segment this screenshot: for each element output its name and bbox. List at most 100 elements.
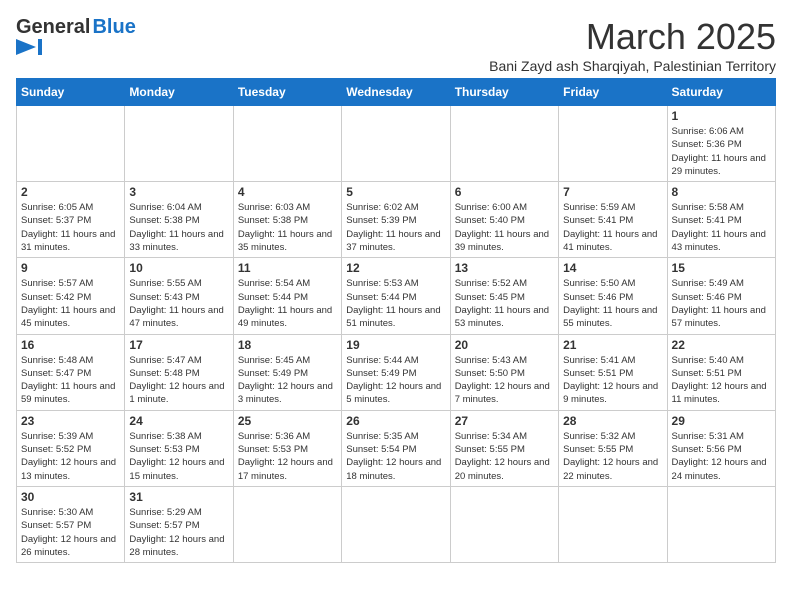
day-info: Sunrise: 5:34 AMSunset: 5:55 PMDaylight:… (455, 430, 554, 483)
day-number: 9 (21, 261, 120, 275)
day-cell: 17Sunrise: 5:47 AMSunset: 5:48 PMDayligh… (125, 334, 233, 410)
week-row-2: 2Sunrise: 6:05 AMSunset: 5:37 PMDaylight… (17, 182, 776, 258)
day-number: 21 (563, 338, 662, 352)
day-number: 25 (238, 414, 337, 428)
day-info: Sunrise: 6:05 AMSunset: 5:37 PMDaylight:… (21, 201, 120, 254)
day-number: 24 (129, 414, 228, 428)
day-cell: 9Sunrise: 5:57 AMSunset: 5:42 PMDaylight… (17, 258, 125, 334)
day-number: 4 (238, 185, 337, 199)
day-cell: 4 Sunrise: 6:03 AMSunset: 5:38 PMDaylight… (233, 182, 341, 258)
day-cell: 22 Sunrise: 5:40 AMSunset: 5:51 PMDayligh… (667, 334, 775, 410)
calendar-header: SundayMondayTuesdayWednesdayThursdayFrid… (17, 79, 776, 106)
day-number: 1 (672, 109, 771, 123)
page-header: General Blue March 2025 Bani Zayd ash Sh… (16, 16, 776, 74)
day-cell: 26 Sunrise: 5:35 AMSunset: 5:54 PMDayligh… (342, 410, 450, 486)
day-cell: 16Sunrise: 5:48 AMSunset: 5:47 PMDayligh… (17, 334, 125, 410)
day-cell: 2Sunrise: 6:05 AMSunset: 5:37 PMDaylight… (17, 182, 125, 258)
day-number: 31 (129, 490, 228, 504)
day-number: 8 (672, 185, 771, 199)
day-cell: 14Sunrise: 5:50 AMSunset: 5:46 PMDayligh… (559, 258, 667, 334)
day-cell: 20 Sunrise: 5:43 AMSunset: 5:50 PMDayligh… (450, 334, 558, 410)
day-info: Sunrise: 5:45 AMSunset: 5:49 PMDaylight:… (238, 354, 337, 407)
day-cell (342, 106, 450, 182)
day-cell (342, 486, 450, 562)
day-number: 29 (672, 414, 771, 428)
day-number: 16 (21, 338, 120, 352)
day-number: 13 (455, 261, 554, 275)
day-number: 14 (563, 261, 662, 275)
day-number: 12 (346, 261, 445, 275)
day-info: Sunrise: 6:03 AMSunset: 5:38 PMDaylight:… (238, 201, 337, 254)
day-info: Sunrise: 5:49 AMSunset: 5:46 PMDaylight:… (672, 277, 771, 330)
day-number: 30 (21, 490, 120, 504)
day-info: Sunrise: 5:32 AMSunset: 5:55 PMDaylight:… (563, 430, 662, 483)
day-cell: 29Sunrise: 5:31 AMSunset: 5:56 PMDayligh… (667, 410, 775, 486)
day-header-saturday: Saturday (667, 79, 775, 106)
day-number: 26 (346, 414, 445, 428)
day-header-wednesday: Wednesday (342, 79, 450, 106)
day-number: 10 (129, 261, 228, 275)
day-number: 20 (455, 338, 554, 352)
day-header-friday: Friday (559, 79, 667, 106)
day-number: 6 (455, 185, 554, 199)
day-info: Sunrise: 5:58 AMSunset: 5:41 PMDaylight:… (672, 201, 771, 254)
day-info: Sunrise: 5:53 AMSunset: 5:44 PMDaylight:… (346, 277, 445, 330)
day-cell (17, 106, 125, 182)
day-cell (559, 486, 667, 562)
day-info: Sunrise: 5:40 AMSunset: 5:51 PMDaylight:… (672, 354, 771, 407)
day-cell: 18Sunrise: 5:45 AMSunset: 5:49 PMDayligh… (233, 334, 341, 410)
title-area: March 2025 Bani Zayd ash Sharqiyah, Pale… (489, 16, 776, 74)
logo-blue-text: Blue (92, 16, 135, 39)
day-cell: 5 Sunrise: 6:02 AMSunset: 5:39 PMDaylight… (342, 182, 450, 258)
logo: General Blue (16, 16, 136, 55)
day-cell: 3Sunrise: 6:04 AMSunset: 5:38 PMDaylight… (125, 182, 233, 258)
day-header-monday: Monday (125, 79, 233, 106)
day-cell: 21 Sunrise: 5:41 AMSunset: 5:51 PMDayligh… (559, 334, 667, 410)
day-cell: 25Sunrise: 5:36 AMSunset: 5:53 PMDayligh… (233, 410, 341, 486)
day-cell: 19Sunrise: 5:44 AMSunset: 5:49 PMDayligh… (342, 334, 450, 410)
day-cell: 31 Sunrise: 5:29 AMSunset: 5:57 PMDayligh… (125, 486, 233, 562)
day-info: Sunrise: 5:35 AMSunset: 5:54 PMDaylight:… (346, 430, 445, 483)
day-cell: 1Sunrise: 6:06 AMSunset: 5:36 PMDaylight… (667, 106, 775, 182)
day-info: Sunrise: 6:02 AMSunset: 5:39 PMDaylight:… (346, 201, 445, 254)
day-cell: 27Sunrise: 5:34 AMSunset: 5:55 PMDayligh… (450, 410, 558, 486)
day-cell: 30 Sunrise: 5:30 AMSunset: 5:57 PMDayligh… (17, 486, 125, 562)
week-row-5: 23 Sunrise: 5:39 AMSunset: 5:52 PMDayligh… (17, 410, 776, 486)
day-cell (559, 106, 667, 182)
day-number: 3 (129, 185, 228, 199)
day-info: Sunrise: 5:30 AMSunset: 5:57 PMDaylight:… (21, 506, 120, 559)
day-info: Sunrise: 5:52 AMSunset: 5:45 PMDaylight:… (455, 277, 554, 330)
day-header-thursday: Thursday (450, 79, 558, 106)
logo-icon (16, 39, 66, 55)
calendar-table: SundayMondayTuesdayWednesdayThursdayFrid… (16, 78, 776, 563)
day-number: 28 (563, 414, 662, 428)
week-row-6: 30 Sunrise: 5:30 AMSunset: 5:57 PMDayligh… (17, 486, 776, 562)
day-info: Sunrise: 6:00 AMSunset: 5:40 PMDaylight:… (455, 201, 554, 254)
week-row-3: 9Sunrise: 5:57 AMSunset: 5:42 PMDaylight… (17, 258, 776, 334)
day-info: Sunrise: 5:54 AMSunset: 5:44 PMDaylight:… (238, 277, 337, 330)
day-cell (667, 486, 775, 562)
day-cell: 7 Sunrise: 5:59 AMSunset: 5:41 PMDaylight… (559, 182, 667, 258)
day-cell: 12 Sunrise: 5:53 AMSunset: 5:44 PMDayligh… (342, 258, 450, 334)
day-info: Sunrise: 5:43 AMSunset: 5:50 PMDaylight:… (455, 354, 554, 407)
day-info: Sunrise: 5:59 AMSunset: 5:41 PMDaylight:… (563, 201, 662, 254)
day-number: 22 (672, 338, 771, 352)
location-title: Bani Zayd ash Sharqiyah, Palestinian Ter… (489, 58, 776, 74)
day-number: 23 (21, 414, 120, 428)
day-cell: 6 Sunrise: 6:00 AMSunset: 5:40 PMDaylight… (450, 182, 558, 258)
day-info: Sunrise: 5:39 AMSunset: 5:52 PMDaylight:… (21, 430, 120, 483)
day-cell: 23 Sunrise: 5:39 AMSunset: 5:52 PMDayligh… (17, 410, 125, 486)
logo-general-text: General (16, 16, 90, 39)
day-cell: 24Sunrise: 5:38 AMSunset: 5:53 PMDayligh… (125, 410, 233, 486)
day-cell: 8 Sunrise: 5:58 AMSunset: 5:41 PMDaylight… (667, 182, 775, 258)
day-number: 15 (672, 261, 771, 275)
day-info: Sunrise: 5:29 AMSunset: 5:57 PMDaylight:… (129, 506, 228, 559)
day-number: 5 (346, 185, 445, 199)
day-cell: 13 Sunrise: 5:52 AMSunset: 5:45 PMDayligh… (450, 258, 558, 334)
day-cell: 28 Sunrise: 5:32 AMSunset: 5:55 PMDayligh… (559, 410, 667, 486)
day-cell (233, 106, 341, 182)
day-cell (125, 106, 233, 182)
day-number: 17 (129, 338, 228, 352)
day-number: 7 (563, 185, 662, 199)
day-info: Sunrise: 5:41 AMSunset: 5:51 PMDaylight:… (563, 354, 662, 407)
